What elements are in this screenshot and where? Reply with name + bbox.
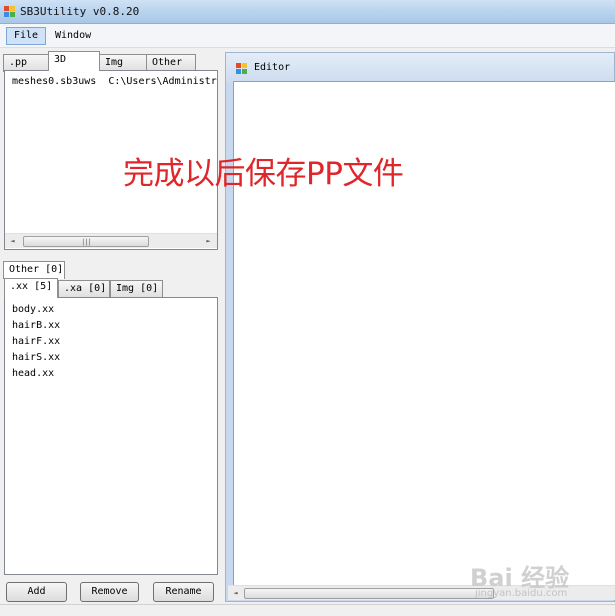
list-item[interactable]: body.xx bbox=[12, 304, 54, 315]
list-item[interactable]: meshes0.sb3uws C:\Users\Administr bbox=[12, 76, 217, 87]
watermark: Bai 经验 jingyan.baidu.com bbox=[470, 558, 610, 606]
menu-window[interactable]: Window bbox=[47, 27, 99, 45]
list-item[interactable]: head.xx bbox=[12, 368, 54, 379]
instruction-annotation: 完成以后保存PP文件 bbox=[123, 156, 404, 192]
editor-window: Editor bbox=[225, 52, 615, 602]
rename-button[interactable]: Rename bbox=[153, 582, 214, 602]
scroll-thumb[interactable]: ||| bbox=[23, 236, 149, 247]
list-item[interactable]: hairF.xx bbox=[12, 336, 60, 347]
title-bar: SB3Utility v0.8.20 bbox=[0, 0, 615, 24]
tab-xa[interactable]: .xa [0] bbox=[58, 280, 110, 298]
xx-file-list[interactable]: body.xx hairB.xx hairF.xx hairS.xx head.… bbox=[4, 297, 218, 575]
tab-xx[interactable]: .xx [5] bbox=[4, 278, 58, 298]
scroll-left-icon[interactable]: ◄ bbox=[5, 234, 20, 248]
scroll-right-icon[interactable]: ► bbox=[201, 234, 216, 248]
editor-scroll-thumb[interactable] bbox=[244, 588, 494, 599]
editor-title-bar: Editor bbox=[226, 53, 614, 83]
file-path: C:\Users\Administr bbox=[108, 76, 217, 87]
watermark-url: jingyan.baidu.com bbox=[475, 588, 568, 599]
add-button[interactable]: Add bbox=[6, 582, 67, 602]
editor-scroll-left-icon[interactable]: ◄ bbox=[228, 586, 243, 600]
scroll-grip-icon: ||| bbox=[81, 238, 92, 246]
editor-title: Editor bbox=[254, 62, 291, 73]
window-title: SB3Utility v0.8.20 bbox=[20, 5, 140, 18]
list-item[interactable]: hairB.xx bbox=[12, 320, 60, 331]
list-item[interactable]: hairS.xx bbox=[12, 352, 60, 363]
tab-img-count[interactable]: Img [0] bbox=[110, 280, 163, 298]
menu-file[interactable]: File bbox=[6, 27, 47, 45]
tab-other-count[interactable]: Other [0] bbox=[3, 261, 65, 279]
app-icon bbox=[4, 6, 16, 17]
tab-3d[interactable]: 3D bbox=[48, 51, 100, 71]
menu-bar: File Window bbox=[0, 24, 615, 48]
remove-button[interactable]: Remove bbox=[80, 582, 139, 602]
file-name: meshes0.sb3uws bbox=[12, 76, 97, 87]
horizontal-scrollbar[interactable]: ◄ ||| ► bbox=[5, 233, 217, 248]
editor-icon bbox=[236, 63, 248, 74]
